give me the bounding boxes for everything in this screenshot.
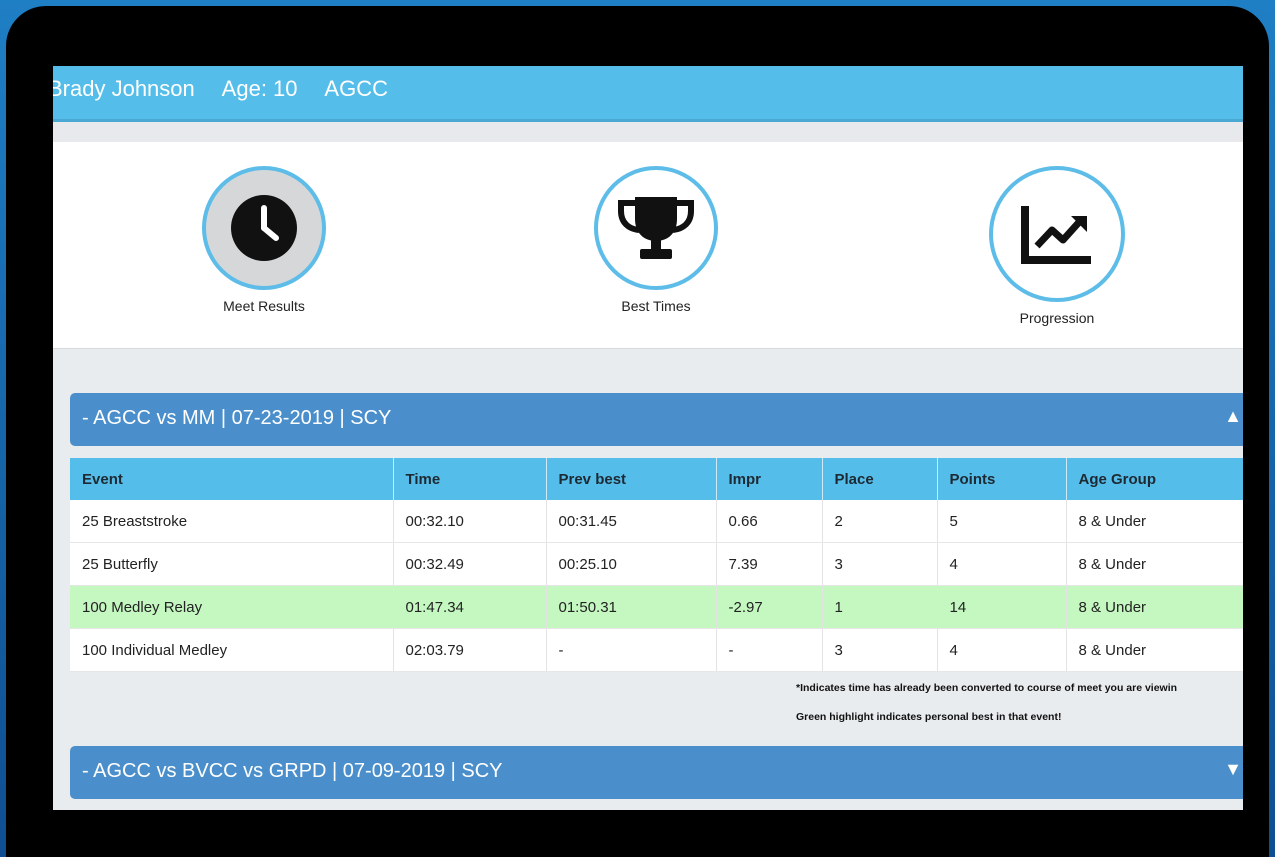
- meet-title: - AGCC vs MM | 07-23-2019 | SCY: [82, 407, 392, 429]
- collapse-arrow-icon[interactable]: ▲: [1224, 406, 1242, 427]
- event-cell: 100 Medley Relay: [70, 585, 394, 629]
- best-times-circle[interactable]: [594, 166, 718, 290]
- meet-results-circle[interactable]: [202, 166, 326, 290]
- progression-label[interactable]: Progression: [987, 310, 1127, 326]
- points-cell: 5: [937, 500, 1067, 543]
- prev-best-cell: 00:31.45: [546, 500, 717, 543]
- best-times-label[interactable]: Best Times: [586, 298, 726, 314]
- nav-meet-results[interactable]: Meet Results: [199, 166, 329, 314]
- meet-header-agcc-vs-bvcc-vs-grpd[interactable]: - AGCC vs BVCC vs GRPD | 07-09-2019 | SC…: [70, 746, 1243, 799]
- view-nav: Meet Results Best Times Progression: [53, 142, 1243, 349]
- impr-cell: 7.39: [716, 542, 823, 586]
- divider-strip: [53, 122, 1243, 142]
- points-cell: 4: [937, 542, 1067, 586]
- column-header: Impr: [716, 458, 823, 500]
- table-header-row: Event Time Prev best Impr Place Points A…: [70, 458, 1243, 500]
- expand-arrow-icon[interactable]: ▼: [1224, 759, 1242, 780]
- time-cell: 00:32.10: [393, 500, 547, 543]
- time-cell: 02:03.79: [393, 628, 547, 672]
- meet-title: - AGCC vs BVCC vs GRPD | 07-09-2019 | SC…: [82, 760, 503, 782]
- trophy-icon: [618, 197, 694, 259]
- prev-best-cell: 01:50.31: [546, 585, 717, 629]
- table-row: 25 Butterfly 00:32.49 00:25.10 7.39 3 4 …: [70, 542, 1243, 586]
- column-header: Place: [822, 458, 938, 500]
- age-group-cell: 8 & Under: [1066, 585, 1243, 629]
- app-screen: Brady Johnson Age: 10 AGCC Meet Results: [53, 66, 1243, 810]
- converted-time-note: *Indicates time has already been convert…: [796, 682, 1178, 694]
- event-cell: 100 Individual Medley: [70, 628, 394, 672]
- green-highlight-note: Green highlight indicates personal best …: [796, 711, 1062, 723]
- event-cell: 25 Butterfly: [70, 542, 394, 586]
- time-cell: 01:47.34: [393, 585, 547, 629]
- column-header: Age Group: [1066, 458, 1243, 500]
- chart-line-icon: [1021, 206, 1091, 264]
- age-group-cell: 8 & Under: [1066, 628, 1243, 672]
- nav-progression[interactable]: Progression: [987, 166, 1127, 326]
- athlete-name: Brady Johnson: [53, 76, 195, 101]
- meet-results-label[interactable]: Meet Results: [199, 298, 329, 314]
- nav-best-times[interactable]: Best Times: [586, 166, 726, 314]
- table-row: 100 Individual Medley 02:03.79 - - 3 4 8…: [70, 628, 1243, 672]
- meet-results-table: Event Time Prev best Impr Place Points A…: [70, 458, 1243, 672]
- impr-cell: -: [716, 628, 823, 672]
- prev-best-cell: -: [546, 628, 717, 672]
- place-cell: 3: [822, 628, 938, 672]
- progression-circle[interactable]: [989, 166, 1125, 302]
- prev-best-cell: 00:25.10: [546, 542, 717, 586]
- table-row: 25 Breaststroke 00:32.10 00:31.45 0.66 2…: [70, 500, 1243, 543]
- table-row-personal-best: 100 Medley Relay 01:47.34 01:50.31 -2.97…: [70, 585, 1243, 629]
- athlete-age: Age: 10: [221, 76, 298, 101]
- place-cell: 1: [822, 585, 938, 629]
- athlete-header: Brady Johnson Age: 10 AGCC: [53, 66, 1243, 122]
- time-cell: 00:32.49: [393, 542, 547, 586]
- column-header: Event: [70, 458, 394, 500]
- column-header: Points: [937, 458, 1067, 500]
- points-cell: 14: [937, 585, 1067, 629]
- column-header: Time: [393, 458, 547, 500]
- meet-header-agcc-vs-mm[interactable]: - AGCC vs MM | 07-23-2019 | SCY ▲: [70, 393, 1243, 446]
- age-group-cell: 8 & Under: [1066, 500, 1243, 543]
- clock-icon: [231, 195, 297, 261]
- age-group-cell: 8 & Under: [1066, 542, 1243, 586]
- device-frame: Brady Johnson Age: 10 AGCC Meet Results: [6, 6, 1269, 857]
- column-header: Prev best: [546, 458, 717, 500]
- impr-cell: -2.97: [716, 585, 823, 629]
- impr-cell: 0.66: [716, 500, 823, 543]
- points-cell: 4: [937, 628, 1067, 672]
- athlete-info: Brady Johnson Age: 10 AGCC: [53, 76, 410, 102]
- place-cell: 2: [822, 500, 938, 543]
- place-cell: 3: [822, 542, 938, 586]
- athlete-team: AGCC: [324, 76, 388, 101]
- event-cell: 25 Breaststroke: [70, 500, 394, 543]
